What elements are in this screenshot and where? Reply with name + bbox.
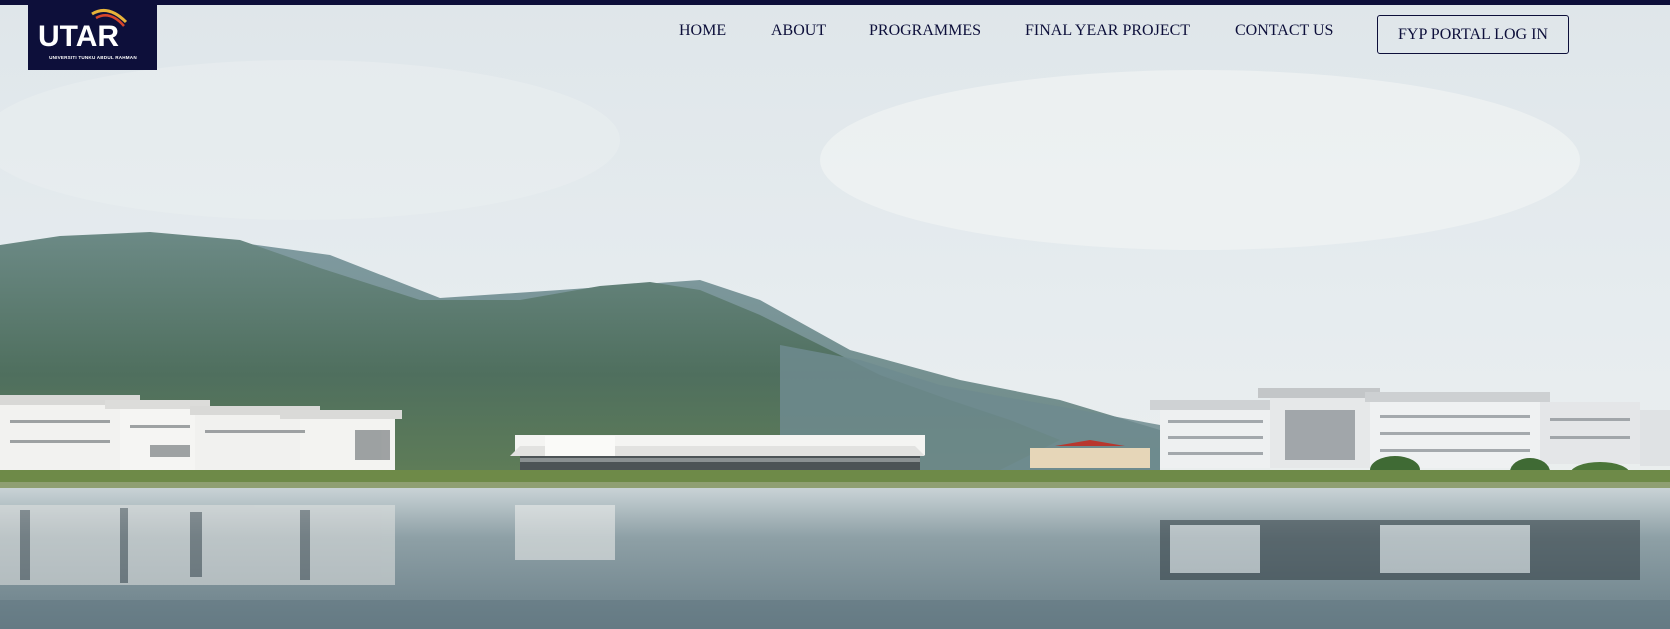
nav-home[interactable]: HOME: [679, 22, 726, 40]
utar-logo[interactable]: UTAR UNIVERSITI TUNKU ABDUL RAHMAN: [28, 0, 157, 70]
nav-programmes[interactable]: PROGRAMMES: [869, 22, 981, 40]
hero-banner: [0, 0, 1670, 629]
nav-about[interactable]: ABOUT: [771, 22, 826, 40]
top-accent-bar: [0, 0, 1670, 5]
nav-final-year-project[interactable]: FINAL YEAR PROJECT: [1025, 22, 1190, 40]
logo-text: UTAR: [38, 20, 120, 53]
fyp-portal-login-button[interactable]: FYP PORTAL LOG IN: [1377, 15, 1569, 54]
hero-campus-image: [0, 0, 1670, 629]
logo-subtitle: UNIVERSITI TUNKU ABDUL RAHMAN: [49, 55, 137, 60]
nav-contact-us[interactable]: CONTACT US: [1235, 22, 1333, 40]
